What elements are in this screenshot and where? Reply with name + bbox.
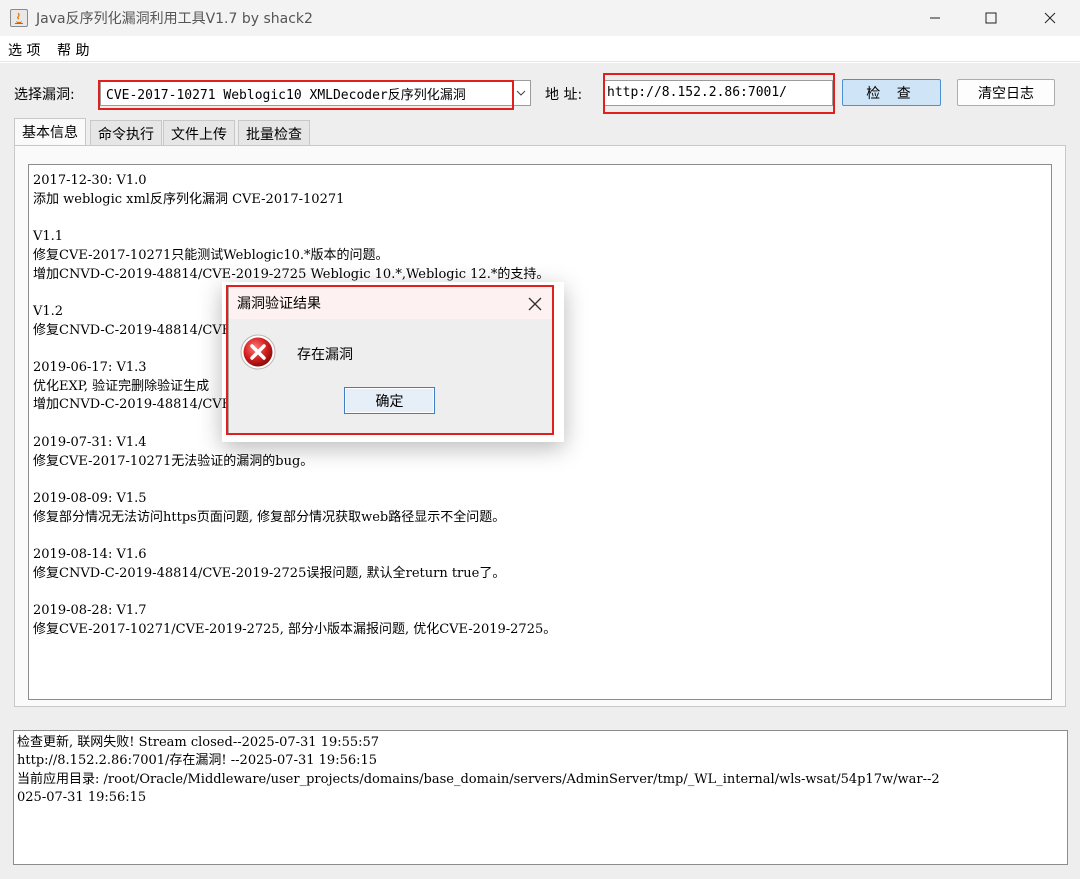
ok-button[interactable]: 确定 [344,387,435,414]
window-title: Java反序列化漏洞利用工具V1.7 by shack2 [36,11,313,27]
maximize-icon[interactable] [963,0,1019,36]
dialog-title-bar: 漏洞验证结果 [229,287,552,319]
tab-file-upload[interactable]: 文件上传 [163,120,235,146]
dialog-message: 存在漏洞 [297,347,353,363]
close-icon[interactable] [1022,0,1078,36]
tab-command-exec[interactable]: 命令执行 [90,120,162,146]
clear-log-button[interactable]: 清空日志 [957,79,1055,106]
check-button[interactable]: 检 查 [842,79,941,106]
dialog-title: 漏洞验证结果 [237,296,321,312]
vuln-selected-value: CVE-2017-10271 Weblogic10 XMLDecoder反序列化… [106,88,466,103]
tab-batch-check[interactable]: 批量检查 [238,120,310,146]
error-icon [239,333,277,371]
menu-options[interactable]: 选 项 [8,40,40,60]
java-app-icon [10,9,28,27]
log-output[interactable]: 检查更新, 联网失败! Stream closed--2025-07-31 19… [13,730,1068,865]
vuln-label: 选择漏洞: [14,87,75,103]
address-input[interactable]: http://8.152.2.86:7001/ [604,80,833,106]
vuln-select[interactable]: CVE-2017-10271 Weblogic10 XMLDecoder反序列化… [100,80,531,106]
dialog-close-icon[interactable] [528,291,542,316]
title-bar: Java反序列化漏洞利用工具V1.7 by shack2 [0,0,1080,36]
tab-basic-info[interactable]: 基本信息 [14,118,86,146]
chevron-down-icon[interactable] [512,81,530,105]
menu-help[interactable]: 帮 助 [57,40,89,60]
result-dialog: 漏洞验证结果 存在漏洞 确定 [228,286,553,434]
menu-bar: 选 项 帮 助 [0,36,1080,62]
minimize-icon[interactable] [907,0,963,36]
address-label: 地 址: [545,87,583,103]
